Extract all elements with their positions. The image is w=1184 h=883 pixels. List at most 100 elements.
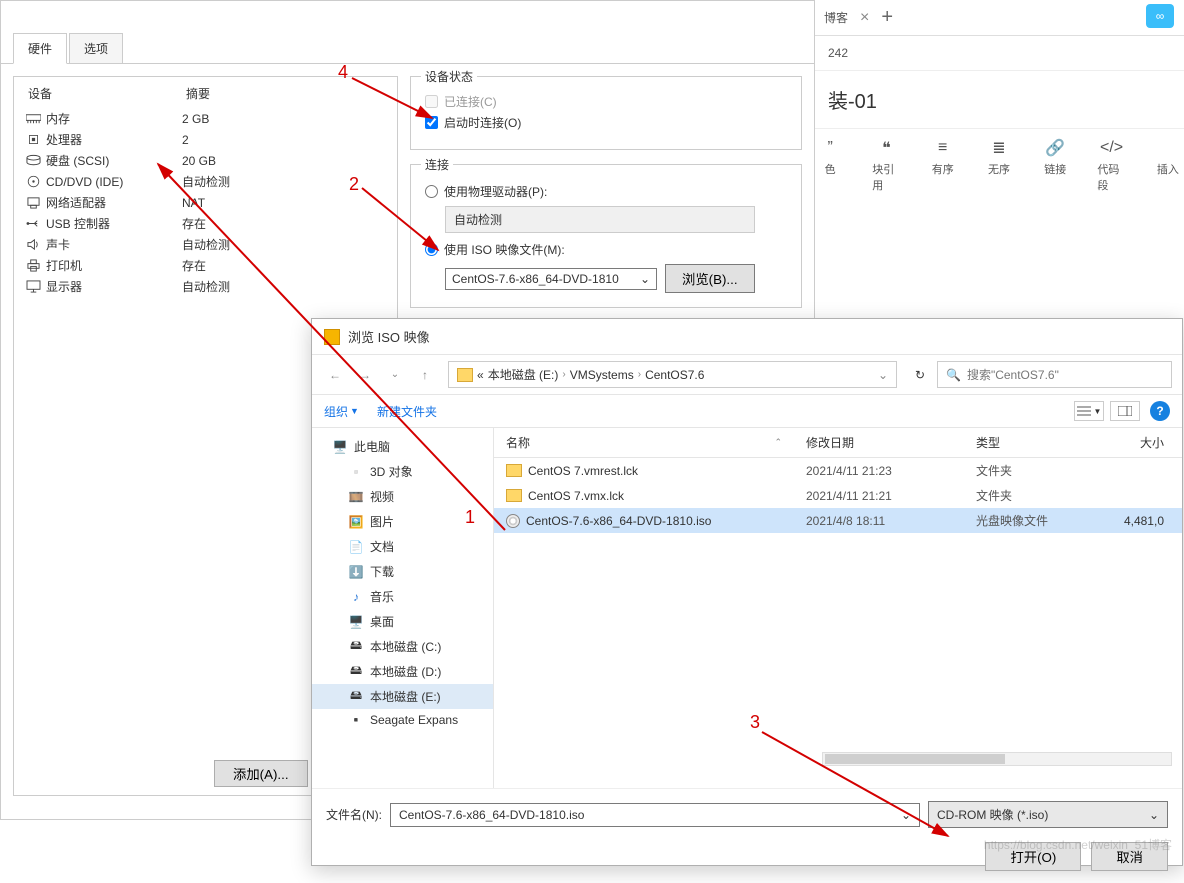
- tab-options[interactable]: 选项: [69, 33, 123, 63]
- printer-icon: [24, 259, 42, 273]
- tree-desktop[interactable]: 🖥️桌面: [312, 609, 493, 634]
- device-cddvd[interactable]: CD/DVD (IDE) 自动检测: [14, 171, 397, 192]
- col-summary: 摘要: [186, 85, 210, 102]
- list-item[interactable]: CentOS 7.vmrest.lck 2021/4/11 21:23 文件夹: [494, 458, 1182, 483]
- group-title-status: 设备状态: [421, 68, 477, 85]
- drive-icon: 🖴: [348, 690, 364, 704]
- toolbar-code[interactable]: </>代码段: [1097, 139, 1125, 193]
- folder-icon: [506, 489, 522, 502]
- tree-drive-c[interactable]: 🖴本地磁盘 (C:): [312, 634, 493, 659]
- toolbar-blockquote[interactable]: ❝块引用: [872, 139, 900, 193]
- chevron-down-icon[interactable]: ⌄: [901, 808, 911, 822]
- device-usb[interactable]: USB 控制器 存在: [14, 213, 397, 234]
- preview-pane-button[interactable]: [1110, 401, 1140, 421]
- add-device-button[interactable]: 添加(A)...: [214, 760, 308, 787]
- tree-downloads[interactable]: ⬇️下载: [312, 559, 493, 584]
- breadcrumb[interactable]: « 本地磁盘 (E:) › VMSystems › CentOS7.6 ⌄: [448, 361, 897, 388]
- iso-path-dropdown[interactable]: CentOS-7.6-x86_64-DVD-1810 ⌄: [445, 268, 657, 290]
- close-tab-icon[interactable]: ×: [860, 9, 869, 27]
- toolbar-insert[interactable]: 插入: [1154, 139, 1182, 193]
- device-sound[interactable]: 声卡 自动检测: [14, 234, 397, 255]
- crumb-folder2[interactable]: CentOS7.6: [645, 368, 704, 382]
- col-type[interactable]: 类型: [964, 434, 1104, 451]
- connect-at-poweron-checkbox[interactable]: 启动时连接(O): [425, 114, 787, 131]
- tree-this-pc[interactable]: 🖥️此电脑: [312, 434, 493, 459]
- device-memory[interactable]: 内存 2 GB: [14, 108, 397, 129]
- crumb-prefix: «: [477, 368, 484, 382]
- device-hdd[interactable]: 硬盘 (SCSI) 20 GB: [14, 150, 397, 171]
- device-printer[interactable]: 打印机 存在: [14, 255, 397, 276]
- crumb-disk[interactable]: 本地磁盘 (E:): [488, 366, 559, 383]
- filetype-dropdown[interactable]: CD-ROM 映像 (*.iso) ⌄: [928, 801, 1168, 828]
- browse-button[interactable]: 浏览(B)...: [665, 264, 755, 293]
- col-size[interactable]: 大小: [1104, 434, 1182, 451]
- forward-button[interactable]: →: [352, 362, 378, 388]
- hdd-icon: [24, 154, 42, 168]
- search-input[interactable]: 🔍 搜索"CentOS7.6": [937, 361, 1172, 388]
- dialog-icon: [324, 329, 340, 345]
- 3d-icon: ▫️: [348, 465, 364, 479]
- back-button[interactable]: ←: [322, 362, 348, 388]
- device-display[interactable]: 显示器 自动检测: [14, 276, 397, 297]
- col-name[interactable]: 名称⌃: [494, 434, 794, 451]
- tree-music[interactable]: ♪音乐: [312, 584, 493, 609]
- crumb-folder1[interactable]: VMSystems: [570, 368, 634, 382]
- device-nic[interactable]: 网络适配器 NAT: [14, 192, 397, 213]
- watermark: https://blog.csdn.net/weixin_51博客: [984, 836, 1172, 853]
- list-header: 名称⌃ 修改日期 类型 大小: [494, 428, 1182, 458]
- connect-poweron-input[interactable]: [425, 116, 438, 129]
- col-date[interactable]: 修改日期: [794, 434, 964, 451]
- tree-drive-e[interactable]: 🖴本地磁盘 (E:): [312, 684, 493, 709]
- filename-input[interactable]: CentOS-7.6-x86_64-DVD-1810.iso ⌄: [390, 803, 920, 827]
- toolbar-ordered[interactable]: ≡有序: [929, 139, 957, 193]
- folder-icon: [457, 368, 473, 382]
- nav-bar: ← → ⌄ ↑ « 本地磁盘 (E:) › VMSystems › CentOS…: [312, 354, 1182, 395]
- tree-documents[interactable]: 📄文档: [312, 534, 493, 559]
- tree-seagate[interactable]: ▪️Seagate Expans: [312, 709, 493, 731]
- help-button[interactable]: ?: [1150, 401, 1170, 421]
- memory-icon: [24, 112, 42, 126]
- tree-drive-d[interactable]: 🖴本地磁盘 (D:): [312, 659, 493, 684]
- connection-group: 连接 使用物理驱动器(P): 自动检测 使用 ISO 映像文件(M): Cent…: [410, 164, 802, 308]
- device-cpu[interactable]: 处理器 2: [14, 129, 397, 150]
- list-item[interactable]: CentOS-7.6-x86_64-DVD-1810.iso 2021/4/8 …: [494, 508, 1182, 533]
- pc-icon: 🖥️: [332, 440, 348, 454]
- file-dialog-title: 浏览 ISO 映像: [312, 319, 1182, 354]
- physical-radio-input[interactable]: [425, 185, 438, 198]
- usb-icon: [24, 217, 42, 231]
- display-icon: [24, 280, 42, 294]
- toolbar-unordered[interactable]: ≣无序: [985, 139, 1013, 193]
- cloud-extension-icon[interactable]: ∞: [1146, 4, 1174, 28]
- device-list-header: 设备 摘要: [14, 83, 397, 108]
- list-item[interactable]: CentOS 7.vmx.lck 2021/4/11 21:21 文件夹: [494, 483, 1182, 508]
- iso-radio-input[interactable]: [425, 243, 438, 256]
- scrollbar-thumb[interactable]: [825, 754, 1005, 764]
- toolbar-link[interactable]: 🔗链接: [1041, 139, 1069, 193]
- chevron-down-icon[interactable]: ⌄: [878, 368, 888, 382]
- sound-icon: [24, 238, 42, 252]
- recent-dropdown[interactable]: ⌄: [382, 362, 408, 388]
- new-tab-button[interactable]: +: [881, 6, 893, 29]
- music-icon: ♪: [348, 590, 364, 604]
- connected-checkbox[interactable]: 已连接(C): [425, 93, 787, 110]
- device-status-group: 设备状态 已连接(C) 启动时连接(O): [410, 76, 802, 150]
- use-iso-radio[interactable]: 使用 ISO 映像文件(M):: [425, 241, 787, 258]
- browser-tab[interactable]: 博客: [824, 9, 848, 26]
- external-drive-icon: ▪️: [348, 713, 364, 727]
- chevron-right-icon: ›: [562, 369, 565, 380]
- organize-menu[interactable]: 组织▼: [324, 403, 359, 420]
- tab-hardware[interactable]: 硬件: [13, 33, 67, 64]
- cpu-icon: [24, 133, 42, 147]
- col-device: 设备: [28, 85, 186, 102]
- tree-video[interactable]: 🎞️视频: [312, 484, 493, 509]
- horizontal-scrollbar[interactable]: [822, 752, 1172, 766]
- tree-3d[interactable]: ▫️3D 对象: [312, 459, 493, 484]
- new-folder-button[interactable]: 新建文件夹: [377, 403, 437, 420]
- video-icon: 🎞️: [348, 490, 364, 504]
- toolbar-color[interactable]: ”色: [816, 139, 844, 193]
- up-button[interactable]: ↑: [412, 362, 438, 388]
- view-mode-button[interactable]: ▼: [1074, 401, 1104, 421]
- tree-pictures[interactable]: 🖼️图片: [312, 509, 493, 534]
- use-physical-radio[interactable]: 使用物理驱动器(P):: [425, 183, 787, 200]
- refresh-button[interactable]: ↻: [907, 362, 933, 388]
